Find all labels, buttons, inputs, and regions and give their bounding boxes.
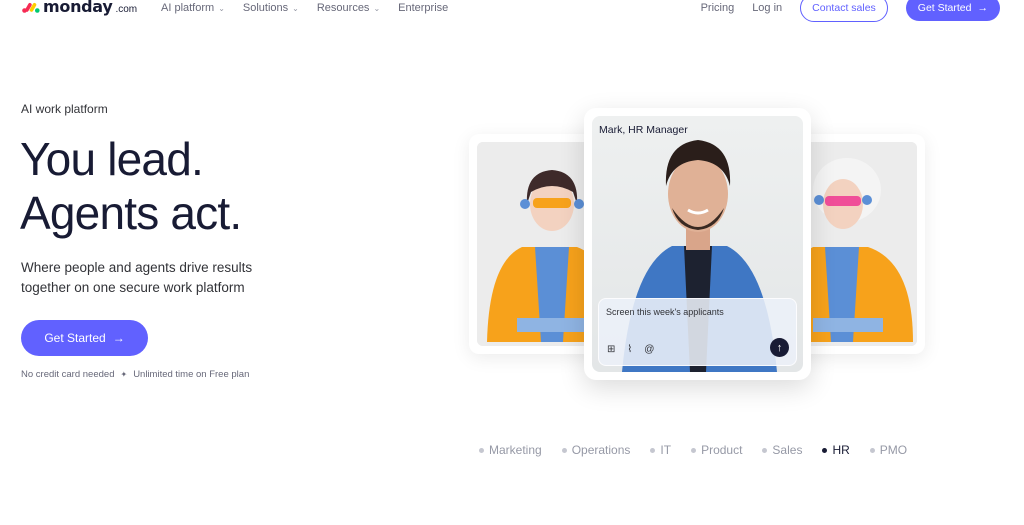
headline-line-1: You lead. <box>20 133 204 185</box>
tab-dot <box>869 447 875 453</box>
tab-marketing[interactable]: Marketing <box>479 443 542 457</box>
tab-dot <box>822 447 828 453</box>
prompt-text: Screen this week's applicants <box>606 307 724 317</box>
monday-logo-icon <box>22 3 40 13</box>
tab-sales[interactable]: Sales <box>762 443 802 457</box>
apps-icon[interactable]: ⊞ <box>607 344 615 355</box>
tab-pmo[interactable]: PMO <box>869 443 908 457</box>
nav-ai-platform[interactable]: AI platform ⌄ <box>161 2 225 14</box>
nav-link-label: Resources <box>316 2 370 14</box>
paperclip-icon[interactable]: ⌇ <box>627 344 632 355</box>
nav-resources[interactable]: Resources ⌄ <box>317 2 380 14</box>
hero-get-started-button[interactable]: Get Started → <box>21 320 148 356</box>
button-label: Get Started <box>44 331 106 345</box>
nav-link-label: Solutions <box>242 2 289 14</box>
department-tabs: Marketing Operations IT Product Sales HR… <box>479 443 907 457</box>
hero-fineprint: No credit card needed ✦ Unlimited time o… <box>21 369 249 380</box>
hero-eyebrow: AI work platform <box>21 102 108 116</box>
nav-enterprise[interactable]: Enterprise <box>398 2 448 14</box>
tab-dot <box>691 447 697 453</box>
persona-label: Mark, HR Manager <box>599 124 688 136</box>
tab-dot <box>650 447 656 453</box>
persona-photo: Mark, HR Manager Screen this week's appl… <box>592 116 803 372</box>
brand-suffix: .com <box>115 4 138 15</box>
chevron-down-icon: ⌄ <box>373 3 381 13</box>
top-nav: monday .com AI platform ⌄ Solutions ⌄ Re… <box>0 0 1024 22</box>
tab-operations[interactable]: Operations <box>561 443 631 457</box>
tab-label: Operations <box>571 443 631 457</box>
nav-links: AI platform ⌄ Solutions ⌄ Resources ⌄ En… <box>161 2 448 14</box>
tab-dot <box>762 447 768 453</box>
nav-actions: Pricing Log in Contact sales Get Started… <box>701 0 1000 22</box>
nav-link-label: Enterprise <box>398 2 449 14</box>
arrow-right-icon: → <box>977 2 989 14</box>
tab-hr[interactable]: HR <box>822 443 850 457</box>
hero-subheadline: Where people and agents drive results to… <box>21 260 253 295</box>
nav-link-label: AI platform <box>161 2 215 14</box>
tab-dot <box>561 447 567 453</box>
brand-name: monday <box>43 0 113 16</box>
tab-label: Marketing <box>489 443 542 457</box>
tab-dot <box>479 447 484 453</box>
prompt-toolbar: ⊞ ⌇ @ <box>607 344 654 355</box>
brand-logo[interactable]: monday .com <box>22 0 137 16</box>
headline-line-2: Agents act. <box>20 187 242 239</box>
agent-prompt-box[interactable]: Screen this week's applicants ⊞ ⌇ @ ↑ <box>598 298 797 366</box>
contact-sales-button[interactable]: Contact sales <box>800 0 888 22</box>
chevron-down-icon: ⌄ <box>218 3 225 13</box>
send-arrow-icon[interactable]: ↑ <box>770 338 789 357</box>
hero-headline: You lead. Agents act. <box>20 132 242 240</box>
tab-it[interactable]: IT <box>650 443 671 457</box>
nav-solutions[interactable]: Solutions ⌄ <box>243 2 299 14</box>
tab-product[interactable]: Product <box>691 443 742 457</box>
tab-label: Product <box>701 443 743 457</box>
sparkle-icon: ✦ <box>120 370 128 379</box>
tab-label: HR <box>832 443 850 457</box>
persona-card[interactable]: Mark, HR Manager Screen this week's appl… <box>584 108 811 380</box>
arrow-right-icon: → <box>112 331 125 345</box>
tab-label: Sales <box>772 443 803 457</box>
button-label: Get Started <box>917 2 972 14</box>
tab-label: PMO <box>879 443 908 457</box>
at-icon[interactable]: @ <box>644 344 654 355</box>
fineprint-free-plan: Unlimited time on Free plan <box>133 369 250 380</box>
tab-label: IT <box>660 443 672 457</box>
chevron-down-icon: ⌄ <box>292 3 299 13</box>
nav-pricing[interactable]: Pricing <box>701 2 735 14</box>
nav-get-started-button[interactable]: Get Started → <box>905 0 1000 21</box>
fineprint-no-card: No credit card needed <box>21 369 115 380</box>
nav-login[interactable]: Log in <box>752 2 782 14</box>
